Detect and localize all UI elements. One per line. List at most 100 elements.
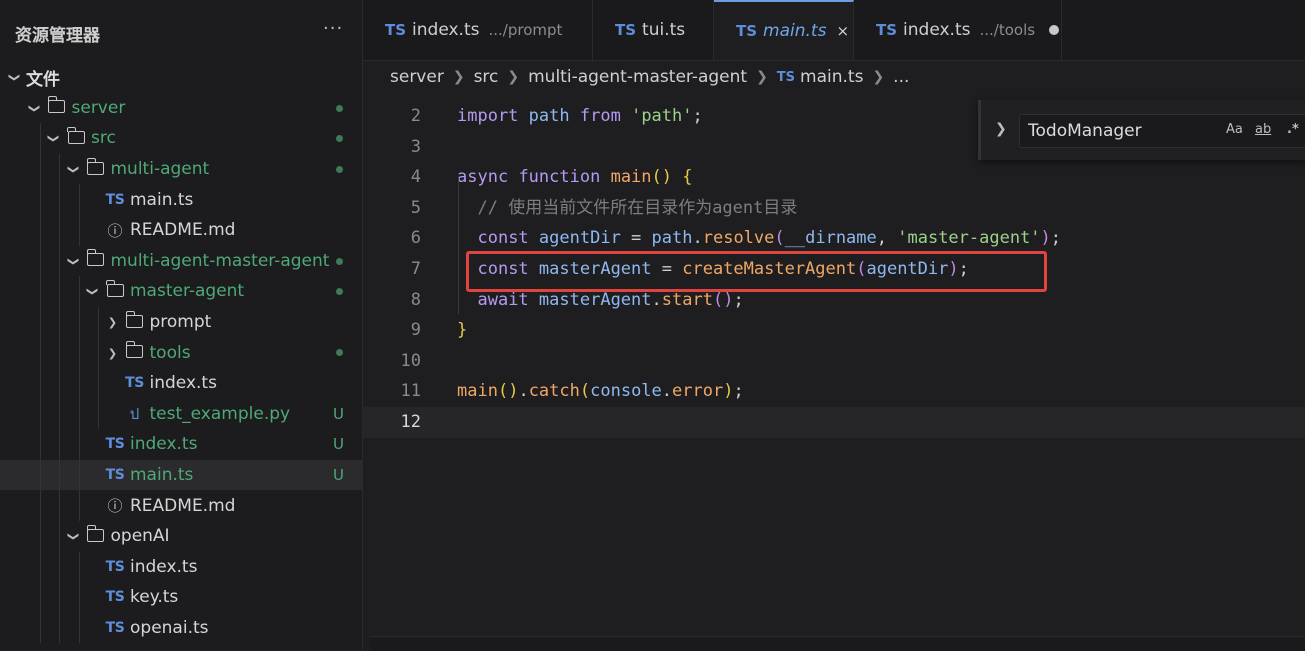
tree-file[interactable]: TS openai.ts bbox=[0, 612, 362, 644]
tree-folder[interactable]: ❯ master-agent bbox=[0, 276, 362, 307]
tree-folder[interactable]: ❯ prompt bbox=[0, 306, 362, 338]
chevron-right-icon[interactable]: ❯ bbox=[106, 345, 120, 361]
code-token: path bbox=[528, 106, 570, 126]
tree-indent-guide bbox=[98, 367, 99, 399]
line-number: 3 bbox=[410, 136, 421, 157]
chevron-down-icon[interactable]: ❯ bbox=[47, 130, 61, 146]
tree-indent-guide bbox=[59, 276, 60, 307]
git-change-dot bbox=[336, 349, 343, 357]
tree-indent-guide bbox=[59, 520, 60, 552]
use-regex-icon[interactable]: .* bbox=[1287, 122, 1299, 137]
tree-folder[interactable]: ❯ multi-agent-master-agent bbox=[0, 245, 362, 277]
file-tree: ❯ 文件 ❯ server ❯ src ❯ multi-agent TS main.ts ⓘ READ… bbox=[0, 62, 362, 644]
tree-item-label: openAI bbox=[110, 526, 170, 547]
tree-item-label: master-agent bbox=[130, 281, 245, 302]
tree-item-label: key.ts bbox=[130, 587, 179, 608]
tree-folder[interactable]: ❯ src bbox=[0, 123, 362, 154]
match-case-icon[interactable]: Aa bbox=[1226, 122, 1243, 137]
tree-file[interactable]: TS main.ts U bbox=[0, 459, 362, 491]
code-editor[interactable]: 2 import path from 'path'; 3 4 async functio… bbox=[363, 98, 1305, 638]
tree-item-label: index.ts bbox=[130, 556, 198, 577]
code-token: ; bbox=[733, 289, 744, 310]
code-line[interactable]: 9} bbox=[363, 315, 1305, 346]
typescript-file-icon: TS bbox=[776, 69, 796, 85]
line-number: 11 bbox=[400, 381, 421, 402]
chevron-down-icon[interactable]: ❯ bbox=[67, 528, 81, 544]
tree-indent-guide bbox=[39, 337, 41, 368]
code-line[interactable]: 5 // 使用当前文件所在目录作为agent目录 bbox=[363, 193, 1305, 224]
tree-item-label: README.md bbox=[130, 220, 236, 241]
chevron-down-icon[interactable]: ❯ bbox=[28, 100, 42, 116]
code-token: catch bbox=[528, 381, 580, 402]
code-line[interactable]: 4 async function main() { bbox=[363, 162, 1305, 193]
tree-indent-guide bbox=[59, 398, 60, 430]
tree-indent-guide bbox=[39, 276, 41, 307]
code-line[interactable]: 11 main().catch(console.error); bbox=[363, 376, 1305, 407]
tree-file[interactable]: TS index.ts bbox=[0, 551, 362, 583]
tree-file[interactable]: ⓘ README.md bbox=[0, 490, 362, 521]
unsaved-dot-icon[interactable] bbox=[1049, 25, 1060, 35]
breadcrumb-segment[interactable]: server bbox=[390, 67, 444, 87]
tree-indent-guide bbox=[78, 214, 80, 246]
tree-folder[interactable]: ❯ server bbox=[0, 93, 362, 124]
typescript-file-icon: TS bbox=[105, 558, 125, 575]
code-token: function bbox=[518, 167, 601, 188]
tree-folder[interactable]: ❯ openAI bbox=[0, 520, 362, 552]
line-number: 10 bbox=[400, 350, 421, 371]
tree-folder[interactable]: ❯ tools bbox=[0, 337, 362, 368]
tree-indent-guide bbox=[39, 367, 41, 399]
tab-index-ts[interactable]: TS index.ts .../prompt bbox=[363, 0, 593, 60]
tree-file[interactable]: TS key.ts bbox=[0, 582, 362, 613]
tree-file[interactable]: TS index.ts U bbox=[0, 429, 362, 460]
code-token: // 使用当前文件所在目录作为agent目录 bbox=[477, 197, 798, 218]
chevron-down-icon[interactable]: ❯ bbox=[8, 69, 22, 85]
tree-file[interactable]: ป test_example.py U bbox=[0, 398, 362, 430]
chevron-right-icon[interactable]: ❯ bbox=[106, 314, 120, 330]
more-actions-icon[interactable]: ··· bbox=[323, 18, 343, 39]
match-whole-word-icon[interactable]: ab bbox=[1255, 122, 1271, 137]
info-file-icon: ⓘ bbox=[107, 497, 123, 516]
breadcrumb-segment[interactable]: multi-agent-master-agent bbox=[528, 67, 747, 87]
tree-indent-guide bbox=[98, 398, 99, 430]
breadcrumb-file[interactable]: main.ts bbox=[800, 67, 863, 87]
tree-file[interactable]: TS index.ts bbox=[0, 367, 362, 399]
tree-file[interactable]: ⓘ README.md bbox=[0, 214, 362, 246]
close-tab-icon[interactable]: × bbox=[836, 22, 849, 40]
code-line[interactable]: 6 const agentDir = path.resolve(__dirnam… bbox=[363, 223, 1305, 254]
tree-folder[interactable]: ❯ multi-agent bbox=[0, 153, 362, 185]
code-line[interactable]: 10 bbox=[363, 346, 1305, 377]
toggle-replace-chevron-icon[interactable]: ❯ bbox=[995, 121, 1007, 137]
code-token: . bbox=[661, 381, 673, 402]
tab-main-ts[interactable]: TS main.ts × bbox=[714, 0, 854, 60]
tree-item-label: 文件 bbox=[26, 69, 60, 90]
chevron-down-icon[interactable]: ❯ bbox=[67, 253, 81, 269]
python-file-icon: ป bbox=[129, 404, 140, 423]
code-text: // 使用当前文件所在目录作为agent目录 bbox=[457, 193, 797, 224]
breadcrumb-segment[interactable]: src bbox=[474, 67, 499, 87]
code-token: main bbox=[610, 167, 652, 188]
tree-indent-guide bbox=[39, 245, 41, 277]
code-text: const agentDir = path.resolve(__dirname,… bbox=[457, 223, 1061, 254]
code-token: masterAgent bbox=[538, 289, 652, 310]
section-header-files[interactable]: ❯ 文件 bbox=[0, 62, 362, 93]
line-number: 12 bbox=[400, 412, 421, 432]
chevron-down-icon[interactable]: ❯ bbox=[86, 283, 100, 299]
tree-item-label: server bbox=[71, 97, 126, 118]
tab-index-ts[interactable]: TS index.ts .../tools bbox=[854, 0, 1062, 60]
chevron-down-icon[interactable]: ❯ bbox=[67, 161, 81, 177]
git-change-dot bbox=[336, 165, 343, 173]
tree-file[interactable]: TS main.ts bbox=[0, 184, 362, 215]
tree-item-label: test_example.py bbox=[149, 403, 291, 424]
tab-tui-ts[interactable]: TS tui.ts bbox=[593, 0, 714, 60]
typescript-file-icon: TS bbox=[125, 375, 144, 392]
explorer-sidebar: 资源管理器 ··· ❯ 文件 ❯ server ❯ src ❯ multi-agent TS ma… bbox=[0, 0, 363, 650]
explorer-title: 资源管理器 bbox=[15, 26, 100, 46]
code-line[interactable]: 12 bbox=[363, 407, 1305, 438]
breadcrumb-symbols[interactable]: ... bbox=[893, 67, 909, 87]
tree-item-label: prompt bbox=[149, 312, 212, 333]
tree-indent-guide bbox=[59, 490, 60, 521]
breadcrumb-separator-icon: ❯ bbox=[872, 69, 885, 85]
